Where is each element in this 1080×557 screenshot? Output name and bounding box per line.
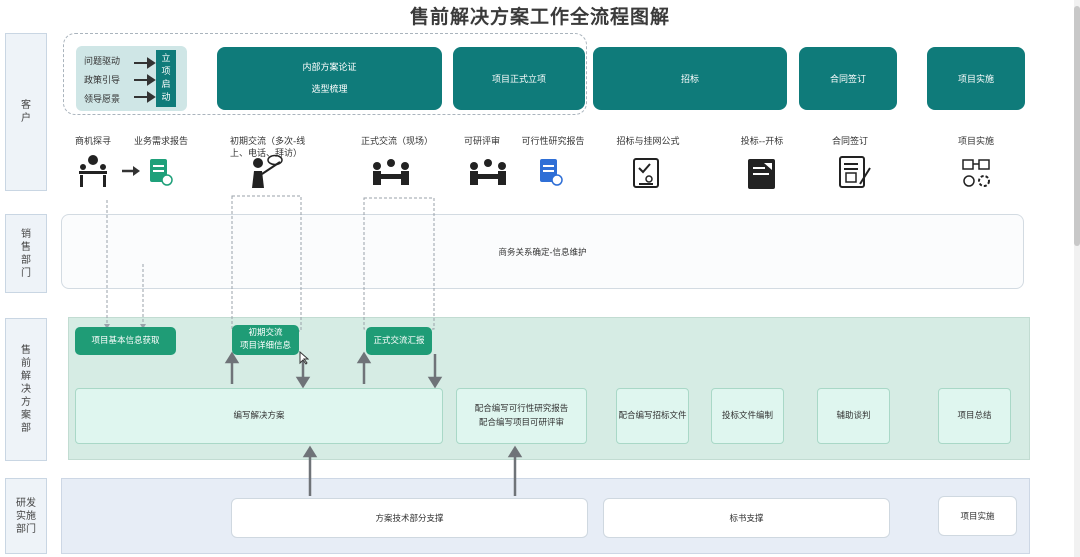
phase-project-setup: 项目正式立项 xyxy=(453,47,585,110)
phase-contract: 合同签订 xyxy=(799,47,897,110)
phase-implementation: 项目实施 xyxy=(927,47,1025,110)
implementation-icon xyxy=(962,159,990,187)
presales-write-solution: 编写解决方案 xyxy=(75,388,443,444)
cursor-icon xyxy=(299,351,309,365)
rd-tech-support: 方案技术部分支撑 xyxy=(231,498,588,538)
step-feasibility-report: 可行性研究报告 xyxy=(521,137,585,147)
step-project-impl: 项目实施 xyxy=(957,137,994,147)
step-opportunity: 商机探寻 xyxy=(74,137,111,147)
team-meeting-icon xyxy=(373,159,409,185)
driver-item: 政策引导 xyxy=(84,76,121,86)
checklist-icon xyxy=(633,158,659,188)
lane-label-sales: 销售部门 xyxy=(5,214,47,293)
step-requirement-report: 业务需求报告 xyxy=(133,137,188,147)
presenter-icon xyxy=(252,154,283,188)
presales-bid-doc-assist: 配合编写招标文件 xyxy=(616,388,689,444)
presales-initial-exchange: 初期交流 项目详细信息 xyxy=(232,325,299,355)
step-bid-submit: 投标--开标 xyxy=(740,137,784,147)
lane-label-presales: 售前解决方案部 xyxy=(5,318,47,461)
step-feasibility-review: 可研评审 xyxy=(463,137,500,147)
rd-implementation: 项目实施 xyxy=(938,496,1017,536)
lane-label-rd: 研发 实施 部门 xyxy=(5,478,47,554)
sales-relationship-box: 商务关系确定-信息维护 xyxy=(61,214,1024,289)
rd-bid-support: 标书支撑 xyxy=(603,498,890,538)
presales-summary: 项目总结 xyxy=(938,388,1011,444)
team-meeting-icon xyxy=(470,159,506,185)
presales-formal-report: 正式交流汇报 xyxy=(366,327,432,355)
meeting-icon xyxy=(79,155,107,187)
lane-label-customer: 客户 xyxy=(5,33,47,191)
bid-board-icon xyxy=(748,159,775,189)
presales-negotiation: 辅助谈判 xyxy=(817,388,890,444)
scrollbar-thumb[interactable] xyxy=(1074,6,1080,246)
contract-icon xyxy=(839,156,871,188)
project-start-box: 立项启动 xyxy=(156,50,176,107)
presales-bid-file-write: 投标文件编制 xyxy=(711,388,784,444)
presales-feasibility-assist: 配合编写可行性研究报告 配合编写项目可研评审 xyxy=(456,388,587,444)
driver-arrows xyxy=(134,57,156,103)
drivers-list: 问题驱动 政策引导 领导愿景 xyxy=(84,53,120,110)
driver-item: 领导愿景 xyxy=(84,95,121,105)
driver-item: 问题驱动 xyxy=(84,57,121,67)
arrow-right-icon xyxy=(122,166,140,176)
phase-bidding: 招标 xyxy=(593,47,787,110)
page-title: 售前解决方案工作全流程图解 xyxy=(409,6,670,28)
document-icon xyxy=(150,159,173,186)
step-bid-publicity: 招标与挂网公式 xyxy=(616,137,680,147)
presales-info-fetch: 项目基本信息获取 xyxy=(75,327,176,355)
step-contract-sign: 合同签订 xyxy=(831,137,868,147)
document-icon xyxy=(540,159,563,186)
phase-internal-review: 内部方案论证 选型梳理 xyxy=(217,47,442,110)
step-formal-exchange: 正式交流（现场） xyxy=(360,137,433,147)
